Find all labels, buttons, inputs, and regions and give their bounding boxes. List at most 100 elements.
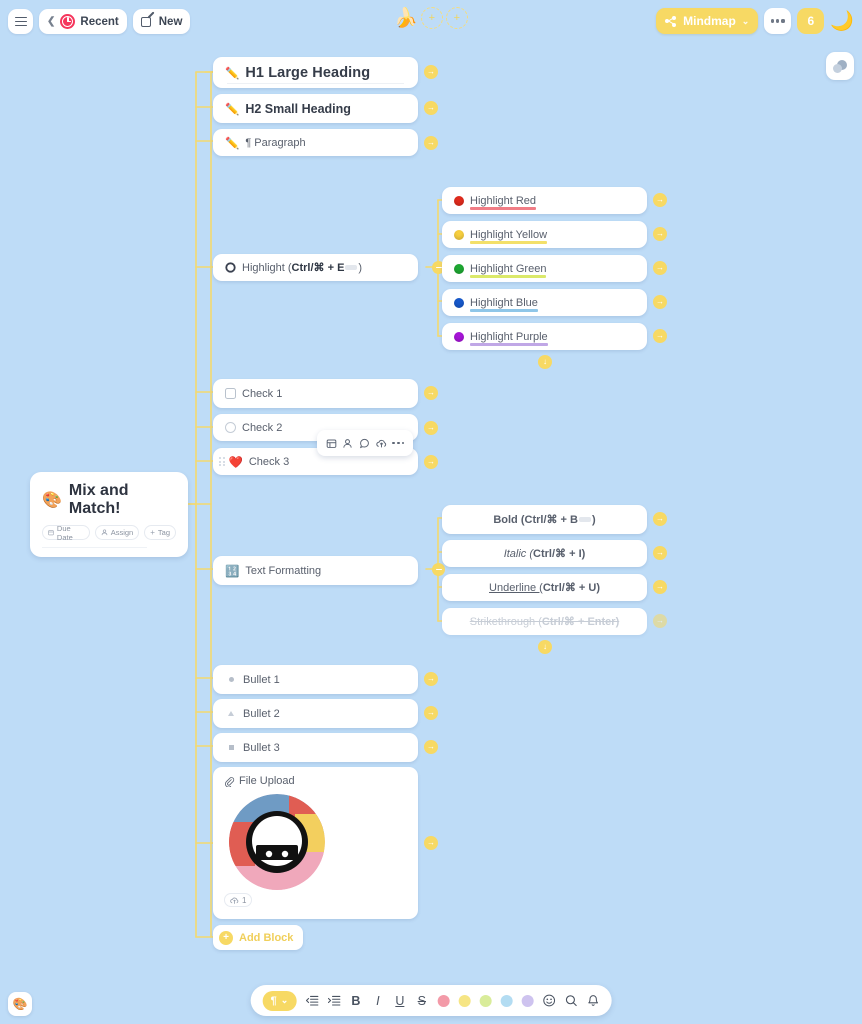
notification-count-badge[interactable]: 6 <box>797 8 825 34</box>
arrow-right-icon: → <box>427 838 435 847</box>
node-label: H2 Small Heading <box>245 101 351 116</box>
card-icon[interactable] <box>326 438 337 449</box>
more-icon[interactable] <box>392 441 405 445</box>
node-label-suffix: ) <box>596 581 600 594</box>
node-label: Highlight Green <box>470 263 547 278</box>
expand-button-highlight-purple[interactable]: → <box>653 329 667 343</box>
history-button[interactable] <box>826 52 854 80</box>
uploaded-image[interactable] <box>229 794 325 890</box>
node-label-kbd: Ctrl/⌘ + U <box>542 582 597 594</box>
due-date-label: Due Date <box>56 523 73 542</box>
expand-button-underline[interactable]: → <box>653 580 667 594</box>
palette-button[interactable]: 🎨 <box>8 992 32 1016</box>
expand-button-h1[interactable]: → <box>424 65 438 79</box>
node-label-prefix: Strikethrough ( <box>469 615 542 628</box>
node-label-suffix: ) <box>615 615 620 628</box>
checkbox-circle-icon[interactable] <box>225 422 236 433</box>
expand-button-highlight-red[interactable]: → <box>653 193 667 207</box>
expand-button-check-2[interactable]: → <box>424 421 438 435</box>
node-strikethrough[interactable]: Strikethrough ( Ctrl/⌘ + Enter ) <box>442 608 647 635</box>
arrow-right-icon: → <box>656 263 664 272</box>
highlight-underline <box>470 207 537 210</box>
bell-icon[interactable] <box>586 994 599 1007</box>
assign-chip[interactable]: Assign <box>94 525 140 540</box>
indent-icon[interactable] <box>327 995 341 1006</box>
expand-button-highlight-blue[interactable]: → <box>653 295 667 309</box>
node-highlight-purple[interactable]: Highlight Purple <box>442 323 647 350</box>
expand-button-highlight-green[interactable]: → <box>653 261 667 275</box>
comment-icon[interactable] <box>359 438 370 449</box>
node-highlight-red[interactable]: Highlight Red <box>442 187 647 214</box>
drag-handle-icon[interactable] <box>219 457 225 466</box>
expand-button-bold[interactable]: → <box>653 512 667 526</box>
collapse-button-text-formatting[interactable] <box>432 563 445 576</box>
banana-logo-icon: 🍌 <box>394 7 418 29</box>
highlight-underline <box>470 275 547 278</box>
node-label: Text Formatting <box>245 564 322 577</box>
more-options-button[interactable] <box>764 8 792 34</box>
node-bullet-1[interactable]: Bullet 1 <box>213 665 418 694</box>
node-text-formatting[interactable]: 🔢 Text Formatting <box>213 556 418 585</box>
node-label: Check 1 <box>242 387 283 400</box>
avatar-placeholder-2[interactable] <box>445 7 468 29</box>
due-date-chip[interactable]: Due Date <box>42 523 90 542</box>
node-italic[interactable]: Italic ( Ctrl/⌘ + I ) <box>442 540 647 567</box>
bottom-toolbar[interactable]: ¶ ⌄ B I U S <box>250 985 612 1016</box>
upload-icon[interactable] <box>376 438 387 449</box>
node-bullet-3[interactable]: Bullet 3 <box>213 733 418 762</box>
node-highlight-green[interactable]: Highlight Green <box>442 255 647 282</box>
expand-button-file-upload[interactable]: → <box>424 836 438 850</box>
person-icon[interactable] <box>342 438 353 449</box>
node-bullet-2[interactable]: Bullet 2 <box>213 699 418 728</box>
strikethrough-button[interactable]: S <box>415 994 428 1008</box>
color-swatch-yellow[interactable] <box>458 994 471 1007</box>
color-swatch-green[interactable] <box>479 994 492 1007</box>
node-bold[interactable]: Bold ( Ctrl/⌘ + B ) <box>442 505 647 534</box>
node-check-1[interactable]: Check 1 <box>213 379 418 408</box>
arrow-right-icon: → <box>656 514 664 523</box>
expand-button-check-3[interactable]: → <box>424 455 438 469</box>
node-floating-toolbar[interactable] <box>317 430 413 456</box>
node-h1-large-heading[interactable]: ✏️ H1 Large Heading <box>213 57 418 88</box>
node-highlight-blue[interactable]: Highlight Blue <box>442 289 647 316</box>
expand-button-strikethrough[interactable]: → <box>653 614 667 628</box>
scroll-down-button-formatting[interactable]: ↓ <box>538 640 552 654</box>
root-node[interactable]: 🎨 Mix and Match! Due Date Assign + Tag <box>30 472 188 557</box>
search-icon[interactable] <box>564 994 577 1007</box>
expand-button-h2[interactable]: → <box>424 101 438 115</box>
color-swatch-purple[interactable] <box>521 994 534 1007</box>
node-h2-small-heading[interactable]: ✏️ H2 Small Heading <box>213 94 418 123</box>
highlight-underline <box>470 343 548 346</box>
paragraph-style-button[interactable]: ¶ ⌄ <box>262 990 297 1011</box>
tag-chip[interactable]: + Tag <box>144 525 176 540</box>
expand-button-bullet-3[interactable]: → <box>424 740 438 754</box>
node-underline[interactable]: Underline ( Ctrl/⌘ + U ) <box>442 574 647 601</box>
color-swatch-blue[interactable] <box>500 994 513 1007</box>
avatar-placeholder-1[interactable] <box>420 7 443 29</box>
expand-button-bullet-2[interactable]: → <box>424 706 438 720</box>
underline-button[interactable]: U <box>393 994 406 1008</box>
expand-button-italic[interactable]: → <box>653 546 667 560</box>
upload-count-badge[interactable]: 1 <box>224 893 253 907</box>
node-label-kbd: Ctrl/⌘ + Enter <box>541 616 616 628</box>
checkbox-square-icon[interactable] <box>225 388 236 399</box>
arrow-right-icon: → <box>656 297 664 306</box>
expand-button-highlight-yellow[interactable]: → <box>653 227 667 241</box>
node-highlight-yellow[interactable]: Highlight Yellow <box>442 221 647 248</box>
mindmap-view-button[interactable]: Mindmap ⌄ <box>656 8 759 34</box>
emoji-icon[interactable] <box>542 994 555 1007</box>
file-upload-label: File Upload <box>239 775 295 787</box>
expand-button-paragraph[interactable]: → <box>424 136 438 150</box>
bold-button[interactable]: B <box>349 994 362 1008</box>
outdent-icon[interactable] <box>305 995 319 1006</box>
node-highlight[interactable]: Highlight ( Ctrl/⌘ + E ) <box>213 254 418 281</box>
italic-button[interactable]: I <box>371 994 384 1008</box>
expand-button-check-1[interactable]: → <box>424 386 438 400</box>
color-swatch-pink[interactable] <box>437 994 450 1007</box>
node-paragraph[interactable]: ✏️ ¶ Paragraph <box>213 129 418 156</box>
scroll-down-button-highlight[interactable]: ↓ <box>538 355 552 369</box>
expand-button-bullet-1[interactable]: → <box>424 672 438 686</box>
node-label: Highlight Purple <box>470 331 548 346</box>
node-file-upload[interactable]: File Upload 1 <box>213 767 418 919</box>
add-block-button[interactable]: + Add Block <box>213 925 304 950</box>
